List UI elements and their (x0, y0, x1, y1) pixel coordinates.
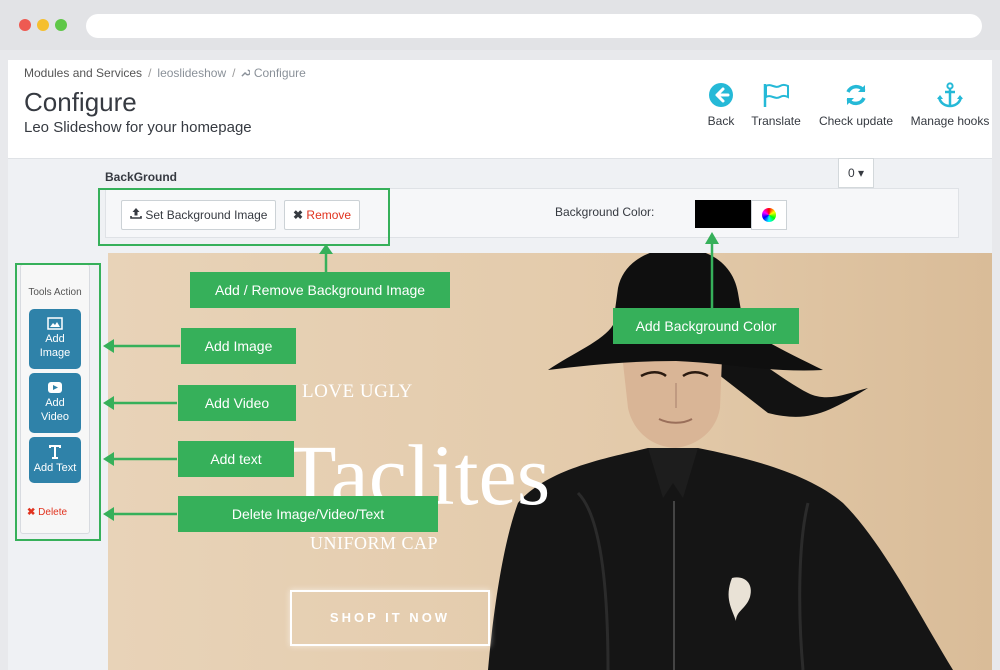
callout-add-image: Add Image (181, 328, 296, 364)
callout-add-video: Add Video (178, 385, 296, 421)
annotation-arrows (103, 232, 719, 521)
callout-add-remove-background-image: Add / Remove Background Image (190, 272, 450, 308)
callout-add-text: Add text (178, 441, 294, 477)
callout-add-background-color: Add Background Color (613, 308, 799, 344)
callout-delete: Delete Image/Video/Text (178, 496, 438, 532)
